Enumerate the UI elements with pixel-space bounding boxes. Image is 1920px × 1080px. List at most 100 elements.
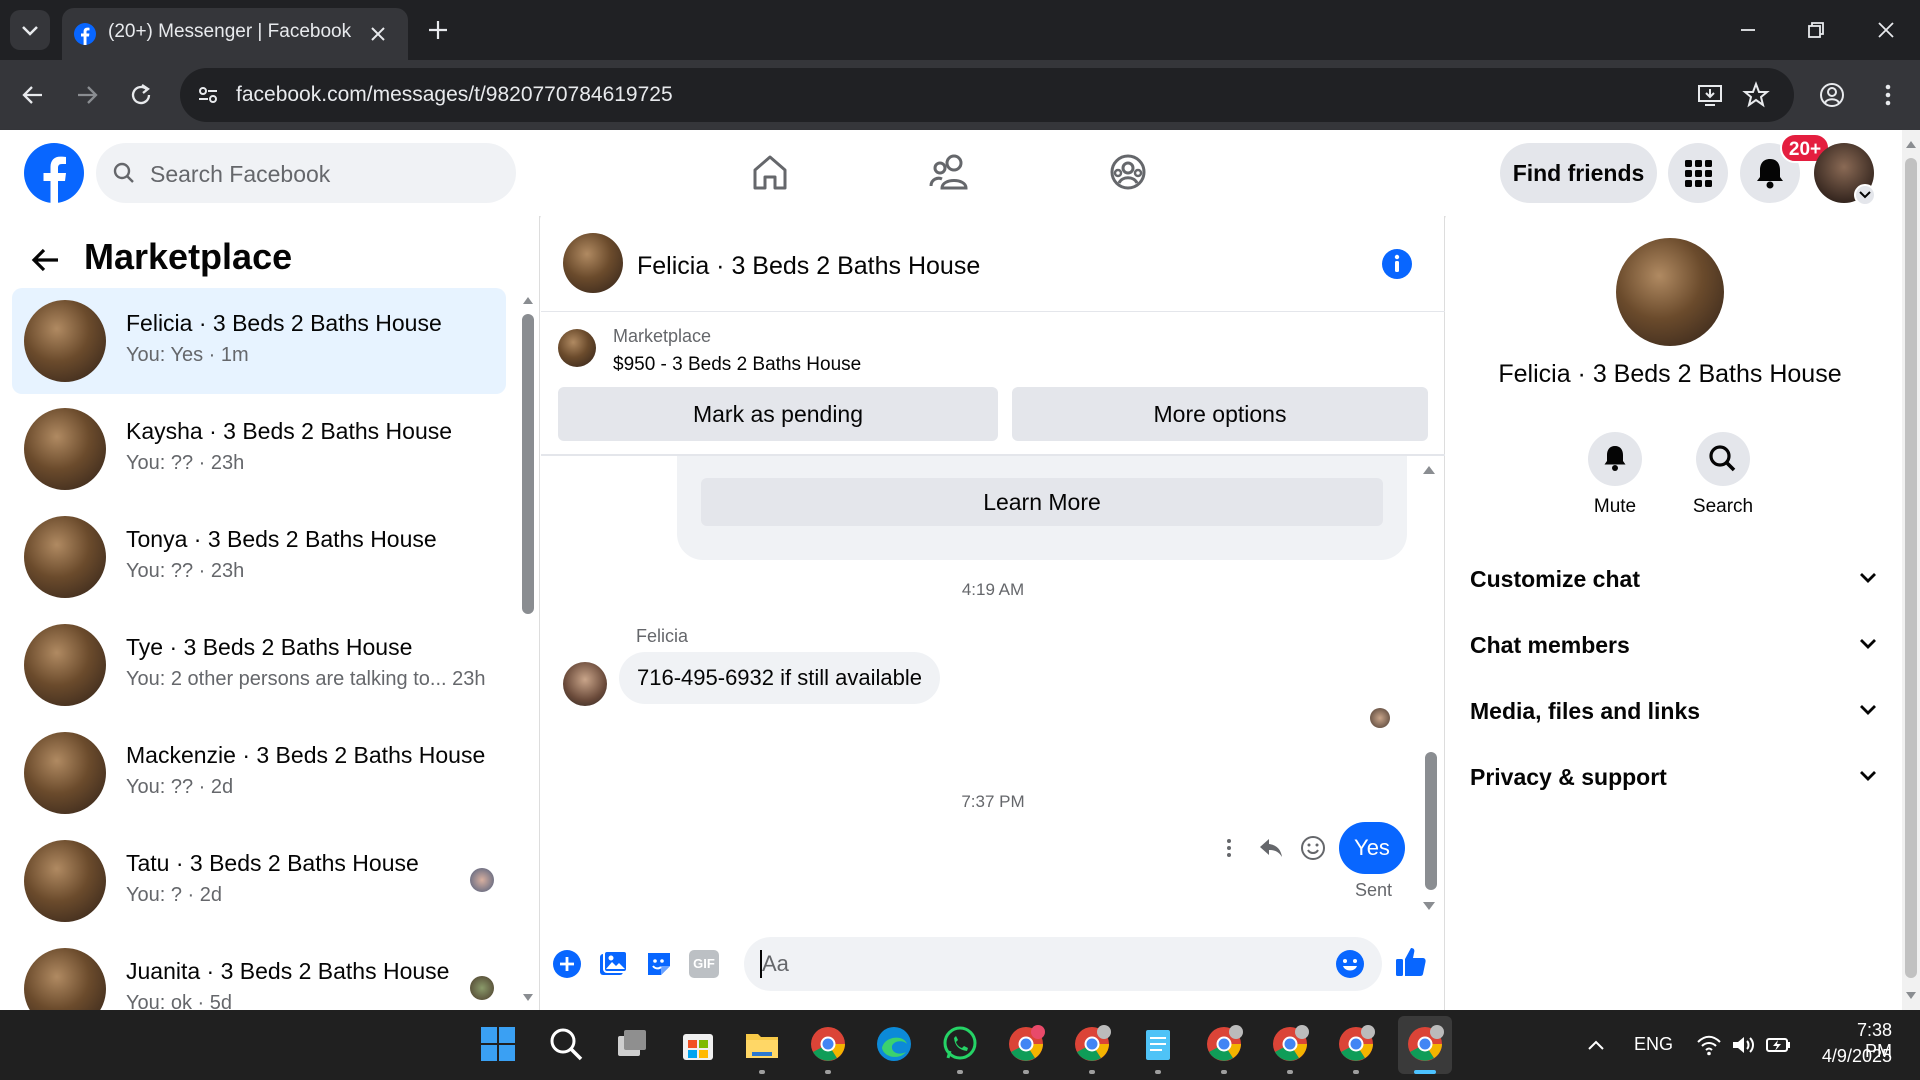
conversation-preview: You: ?? · 23h <box>126 452 245 474</box>
windows-start-icon[interactable] <box>478 1024 518 1064</box>
new-tab-icon[interactable] <box>426 18 450 42</box>
scroll-down-arrow-icon[interactable] <box>1421 900 1437 914</box>
volume-icon[interactable] <box>1730 1032 1756 1058</box>
conversation-name: Tonya · 3 Beds 2 Baths House <box>126 526 437 552</box>
page-scrollbar[interactable] <box>1902 130 1920 1010</box>
attach-photo-icon[interactable] <box>597 948 629 980</box>
scroll-up-arrow-icon[interactable] <box>1421 462 1437 476</box>
chrome-active-icon[interactable] <box>1405 1024 1445 1064</box>
groups-icon[interactable] <box>1108 152 1148 192</box>
site-info-icon[interactable] <box>196 83 220 107</box>
reply-icon[interactable] <box>1257 836 1285 860</box>
gif-button[interactable]: GIF <box>689 950 719 978</box>
chat-title[interactable]: Felicia · 3 Beds 2 Baths House <box>637 252 980 281</box>
restore-icon[interactable] <box>1804 18 1828 42</box>
customize-chat-section[interactable]: Customize chat <box>1470 558 1880 598</box>
sender-name: Felicia <box>636 626 689 646</box>
conversation-item[interactable]: Tye · 3 Beds 2 Baths House You: 2 other … <box>12 612 506 718</box>
windows-taskbar: ENG 7:38 PM 4/9/2025 <box>0 1010 1920 1080</box>
page-scrollbar-thumb[interactable] <box>1905 158 1917 978</box>
add-icon[interactable] <box>551 948 583 980</box>
conversation-list-scrollbar[interactable] <box>522 314 534 614</box>
install-app-icon[interactable] <box>1696 81 1724 109</box>
home-icon[interactable] <box>750 152 790 192</box>
conversation-item[interactable]: Felicia · 3 Beds 2 Baths House You: Yes … <box>12 288 506 394</box>
outgoing-message[interactable]: Yes <box>1339 822 1405 874</box>
media-files-links-section[interactable]: Media, files and links <box>1470 690 1880 730</box>
browser-tab-messenger[interactable]: (20+) Messenger | Facebook <box>62 8 408 60</box>
incoming-message[interactable]: 716-495-6932 if still available <box>619 652 940 704</box>
facebook-search-input[interactable]: Search Facebook <box>96 143 516 203</box>
chrome-profile-icon[interactable] <box>1336 1024 1376 1064</box>
info-icon[interactable] <box>1381 248 1413 280</box>
emoji-icon[interactable] <box>1334 948 1366 980</box>
file-explorer-icon[interactable] <box>742 1024 782 1064</box>
close-tab-icon[interactable] <box>368 24 388 44</box>
facebook-logo-icon[interactable] <box>24 143 84 203</box>
browser-menu-icon[interactable] <box>1874 81 1902 109</box>
like-thumbs-up-icon[interactable] <box>1393 944 1429 980</box>
search-conversation-button[interactable] <box>1696 432 1750 486</box>
react-emoji-icon[interactable] <box>1299 834 1327 862</box>
scroll-up-arrow-icon[interactable] <box>1905 138 1917 150</box>
menu-button[interactable] <box>1668 143 1728 203</box>
reload-icon[interactable] <box>128 82 154 108</box>
edge-icon[interactable] <box>874 1024 914 1064</box>
learn-more-button[interactable]: Learn More <box>701 478 1383 526</box>
listing-title[interactable]: $950 - 3 Beds 2 Baths House <box>613 354 861 376</box>
chrome-profile-icon[interactable] <box>1006 1024 1046 1064</box>
mark-as-pending-button[interactable]: Mark as pending <box>558 387 998 441</box>
address-bar[interactable]: facebook.com/messages/t/9820770784619725 <box>180 68 1794 122</box>
show-hidden-icons-icon[interactable] <box>1584 1034 1608 1058</box>
more-options-button[interactable]: More options <box>1012 387 1428 441</box>
whatsapp-icon[interactable] <box>940 1024 980 1064</box>
chrome-profile-icon[interactable] <box>1204 1024 1244 1064</box>
scroll-down-arrow-icon[interactable] <box>1905 990 1917 1002</box>
chat-avatar[interactable] <box>563 233 623 293</box>
minimize-icon[interactable] <box>1736 18 1760 42</box>
contact-avatar[interactable] <box>1616 238 1724 346</box>
profile-icon[interactable] <box>1818 81 1846 109</box>
conversation-item[interactable]: Mackenzie · 3 Beds 2 Baths House You: ??… <box>12 720 506 826</box>
mute-button[interactable] <box>1588 432 1642 486</box>
chrome-icon[interactable] <box>808 1024 848 1064</box>
bell-icon <box>1604 446 1626 471</box>
conversation-item[interactable]: Kaysha · 3 Beds 2 Baths House You: ?? · … <box>12 396 506 502</box>
conversation-item[interactable]: Tonya · 3 Beds 2 Baths House You: ?? · 2… <box>12 504 506 610</box>
privacy-support-section[interactable]: Privacy & support <box>1470 756 1880 796</box>
sender-avatar[interactable] <box>563 662 607 706</box>
browser-toolbar: facebook.com/messages/t/9820770784619725 <box>0 60 1920 130</box>
scroll-up-arrow-icon[interactable] <box>521 294 535 306</box>
conversation-item[interactable]: Juanita · 3 Beds 2 Baths House You: ok ·… <box>12 936 506 1010</box>
back-arrow-icon[interactable] <box>30 244 62 276</box>
back-icon[interactable] <box>20 82 46 108</box>
find-friends-button[interactable]: Find friends <box>1500 143 1657 203</box>
microsoft-store-icon[interactable] <box>678 1024 718 1064</box>
clock-date[interactable]: 4/9/2025 <box>1814 1046 1892 1067</box>
running-indicator <box>957 1070 963 1074</box>
tab-search-button[interactable] <box>10 10 50 50</box>
sticker-icon[interactable] <box>643 948 675 980</box>
chrome-profile-icon[interactable] <box>1072 1024 1112 1064</box>
chat-members-section[interactable]: Chat members <box>1470 624 1880 664</box>
language-indicator[interactable]: ENG <box>1634 1034 1673 1055</box>
search-icon[interactable] <box>546 1024 586 1064</box>
scroll-down-arrow-icon[interactable] <box>521 992 535 1004</box>
running-indicator <box>1353 1070 1359 1074</box>
close-window-icon[interactable] <box>1874 18 1898 42</box>
bookmark-star-icon[interactable] <box>1742 81 1770 109</box>
message-scrollbar[interactable] <box>1425 752 1437 890</box>
notepad-icon[interactable] <box>1138 1024 1178 1064</box>
battery-icon[interactable] <box>1764 1032 1792 1058</box>
message-timestamp: 7:37 PM <box>961 792 1025 811</box>
message-input[interactable]: Aa <box>744 937 1382 991</box>
conversation-item[interactable]: Tatu · 3 Beds 2 Baths House You: ? · 2d <box>12 828 506 934</box>
more-actions-icon[interactable] <box>1217 836 1241 860</box>
wifi-icon[interactable] <box>1696 1032 1722 1058</box>
account-menu-button[interactable] <box>1854 184 1876 206</box>
forward-icon[interactable] <box>74 82 100 108</box>
task-view-icon[interactable] <box>612 1024 652 1064</box>
chrome-profile-icon[interactable] <box>1270 1024 1310 1064</box>
friends-icon[interactable] <box>928 152 972 192</box>
grid-menu-icon <box>1685 160 1712 187</box>
